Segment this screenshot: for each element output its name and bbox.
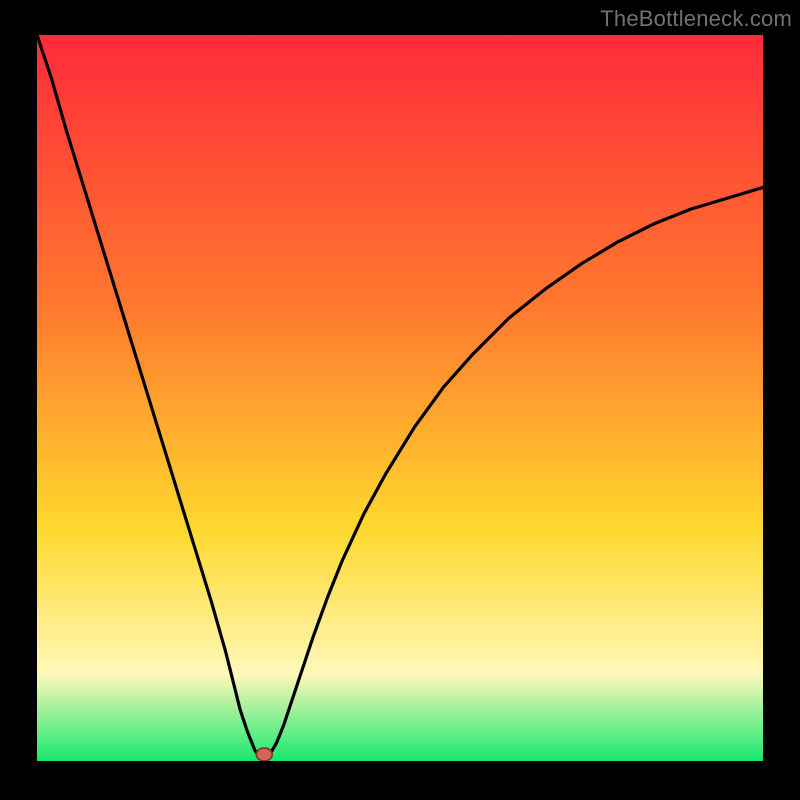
chart-svg [37, 35, 763, 761]
plot-area [37, 35, 763, 761]
attribution-label: TheBottleneck.com [600, 6, 792, 32]
chart-frame: TheBottleneck.com [0, 0, 800, 800]
gradient-background [37, 35, 763, 761]
minimum-marker [256, 748, 272, 761]
